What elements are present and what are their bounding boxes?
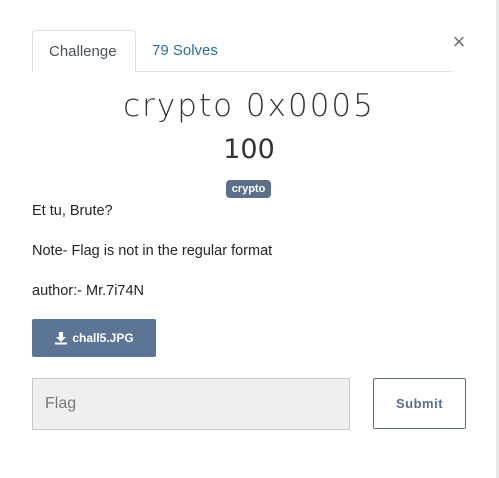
challenge-modal: Challenge 79 Solves × crypto 0x0005 100 … bbox=[0, 0, 496, 478]
close-icon[interactable]: × bbox=[450, 31, 468, 53]
download-icon bbox=[55, 332, 68, 345]
flag-input[interactable] bbox=[32, 378, 350, 430]
description-line: Note- Flag is not in the regular format bbox=[32, 243, 273, 259]
challenge-title: crypto 0x0005 bbox=[123, 88, 375, 124]
category-badge: crypto bbox=[226, 180, 271, 198]
file-name-label: chall5.JPG bbox=[72, 331, 134, 345]
tab-challenge[interactable]: Challenge bbox=[32, 30, 136, 73]
challenge-points: 100 bbox=[223, 134, 275, 165]
description-line: Et tu, Brute? bbox=[32, 203, 113, 219]
modal-tabs: Challenge 79 Solves bbox=[32, 30, 452, 73]
download-file-button[interactable]: chall5.JPG bbox=[32, 319, 156, 357]
description-line: author:- Mr.7i74N bbox=[32, 283, 145, 299]
submit-button[interactable]: Submit bbox=[373, 378, 466, 429]
tab-solves[interactable]: 79 Solves bbox=[136, 30, 234, 72]
